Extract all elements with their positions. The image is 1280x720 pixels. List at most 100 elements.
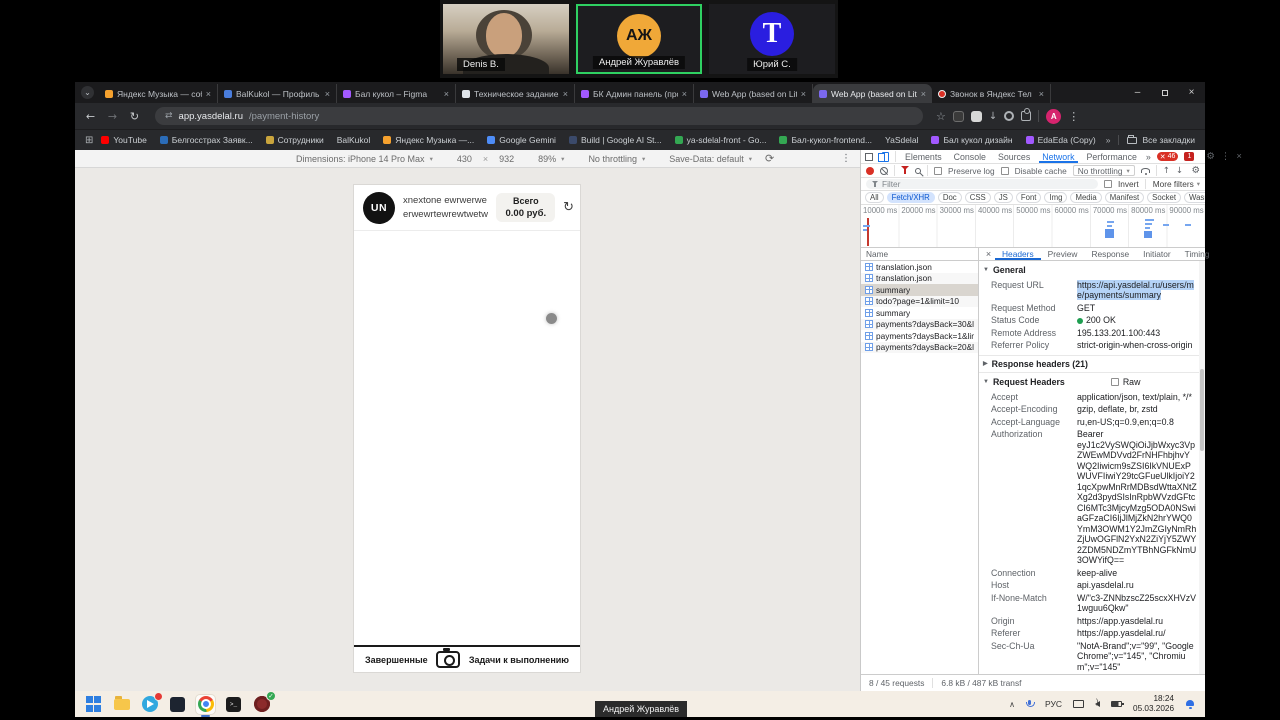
user-avatar[interactable]: UN [363, 192, 395, 224]
download-icon[interactable]: ↓ [989, 111, 997, 122]
rotate-icon[interactable]: ⟳ [765, 152, 774, 165]
export-har-icon[interactable]: ↓ [1176, 166, 1183, 176]
chrome-button[interactable] [196, 695, 215, 714]
preserve-log-checkbox[interactable] [934, 167, 942, 175]
general-section[interactable]: ▼General [979, 261, 1199, 279]
filter-input[interactable]: Filter [866, 179, 1098, 189]
tab-preview[interactable]: Preview [1041, 248, 1085, 260]
profile-avatar[interactable]: A [1046, 109, 1061, 124]
tab-close-icon[interactable]: × [921, 89, 926, 99]
battery-icon[interactable] [1111, 701, 1122, 707]
participant-tile-video[interactable]: Denis B. [443, 4, 569, 74]
back-button[interactable]: ← [83, 110, 98, 123]
bookmark-item[interactable]: ya-sdelal-front - Go... [675, 135, 767, 145]
recorder-app-button[interactable]: ✓ [252, 695, 271, 714]
request-row[interactable]: translation.json [861, 273, 978, 285]
devtools-menu-icon[interactable]: ⋮ [1221, 151, 1231, 162]
tab-network[interactable]: Network [1039, 150, 1077, 163]
device-select[interactable]: Dimensions: iPhone 14 Pro Max [296, 154, 425, 164]
device-toolbar-icon[interactable] [882, 152, 889, 162]
save-data-select[interactable]: Save-Data: default [669, 154, 744, 164]
browser-tab[interactable]: Бал кукол – Figma × [337, 84, 456, 103]
browser-tab[interactable]: Техническое задание: А × [456, 84, 575, 103]
bookmark-item[interactable]: Яндекс Музыка —... [383, 135, 474, 145]
language-indicator[interactable]: РУС [1045, 699, 1062, 709]
tab-initiator[interactable]: Initiator [1136, 248, 1177, 260]
type-chip[interactable]: All [865, 192, 884, 203]
scrollbar[interactable] [1199, 261, 1205, 674]
tab-console[interactable]: Console [951, 150, 989, 163]
throttling-select[interactable]: No throttling [588, 154, 637, 164]
tab-close-icon[interactable]: × [1039, 89, 1044, 99]
response-headers-section[interactable]: ▶Response headers (21) [979, 355, 1199, 374]
camera-button[interactable] [436, 651, 460, 668]
requests-header[interactable]: Name [861, 248, 978, 261]
import-har-icon[interactable]: ↑ [1163, 166, 1170, 176]
search-icon[interactable] [915, 168, 921, 174]
tab-close-icon[interactable]: × [325, 89, 330, 99]
site-settings-icon[interactable]: ⇄ [165, 111, 173, 121]
participant-tile-speaking[interactable]: АЖ Андрей Журавлёв [576, 4, 702, 74]
zoom-select[interactable]: 89% [538, 154, 556, 164]
disable-cache-checkbox[interactable] [1001, 167, 1009, 175]
bookmark-item[interactable]: Build | Google AI St... [569, 135, 662, 145]
clock[interactable]: 18:24 05.03.2026 [1133, 694, 1174, 715]
viewport-width[interactable]: 430 [457, 154, 472, 164]
error-badge[interactable]: ✕46 [1157, 152, 1179, 161]
request-row[interactable]: payments?daysBack=1&limit=100 [861, 330, 978, 342]
type-chip[interactable]: CSS [965, 192, 991, 203]
tab-sources[interactable]: Sources [995, 150, 1033, 163]
emulation-menu-icon[interactable]: ⋮ [841, 153, 851, 164]
settings-gear-icon[interactable]: ⚙ [1206, 151, 1215, 162]
bookmark-item[interactable]: Сотрудники [266, 135, 324, 145]
close-button[interactable]: × [1178, 82, 1205, 103]
invert-checkbox[interactable] [1104, 180, 1112, 188]
participant-tile[interactable]: T Юрий С. [709, 4, 835, 74]
tray-expand-icon[interactable]: ∧ [1009, 700, 1015, 709]
tab-close-icon[interactable]: × [444, 89, 449, 99]
telegram-button[interactable] [140, 695, 159, 714]
bookmark-item[interactable]: Белгосстрах Заявк... [160, 135, 253, 145]
type-chip[interactable]: Manifest [1105, 192, 1144, 203]
workspace-app-button[interactable] [168, 695, 187, 714]
tab-close-icon[interactable]: × [801, 89, 806, 99]
viewport-height[interactable]: 932 [499, 154, 514, 164]
bookmark-item[interactable]: EdaEda (Copy) – Fig... [1026, 135, 1098, 145]
extensions-puzzle-icon[interactable] [1021, 111, 1031, 121]
inspect-icon[interactable] [865, 153, 873, 161]
tab-search-button[interactable]: ⌄ [81, 86, 94, 99]
tab-performance[interactable]: Performance [1084, 150, 1140, 163]
bookmark-item[interactable]: YouTube [101, 135, 146, 145]
extension-icon[interactable] [971, 111, 982, 122]
issue-badge[interactable]: 1 [1184, 152, 1194, 161]
completed-tab[interactable]: Завершенные [365, 655, 428, 665]
forward-button[interactable]: → [105, 110, 120, 123]
type-chip[interactable]: Doc [938, 192, 962, 203]
scrollbar-thumb[interactable] [1200, 369, 1204, 451]
notification-bell-icon[interactable] [1185, 699, 1195, 709]
microphone-icon[interactable] [1026, 700, 1034, 709]
network-settings-icon[interactable]: ⚙ [1191, 165, 1200, 176]
request-row[interactable]: summary [861, 284, 978, 296]
request-headers-section[interactable]: ▼Request Headers Raw [979, 373, 1199, 391]
type-chip[interactable]: Img [1044, 192, 1067, 203]
extension-icon[interactable] [1004, 111, 1014, 121]
more-filters-dropdown[interactable]: More filters▾ [1145, 179, 1200, 189]
type-chip[interactable]: JS [994, 192, 1013, 203]
network-timeline[interactable]: 10000 ms20000 ms30000 ms40000 ms50000 ms… [861, 205, 1205, 248]
request-row[interactable]: translation.json [861, 261, 978, 273]
tab-headers[interactable]: Headers [995, 248, 1041, 260]
maximize-button[interactable] [1151, 82, 1178, 103]
bookmark-item[interactable]: BalKukol [337, 135, 371, 145]
tab-close-icon[interactable]: × [563, 89, 568, 99]
all-bookmarks-button[interactable]: Все закладки [1118, 135, 1195, 145]
throttling-dropdown[interactable]: No throttling▾ [1073, 165, 1135, 176]
display-icon[interactable] [1073, 700, 1084, 708]
tab-elements[interactable]: Elements [902, 150, 945, 163]
type-chip[interactable]: Font [1016, 192, 1042, 203]
bookmark-item[interactable]: Бал кукол дизайн [931, 135, 1012, 145]
type-chip[interactable]: Media [1070, 192, 1101, 203]
filter-funnel-icon[interactable] [901, 166, 909, 175]
clear-icon[interactable] [880, 167, 888, 175]
browser-tab[interactable]: БК Админ панель (прос × [575, 84, 694, 103]
